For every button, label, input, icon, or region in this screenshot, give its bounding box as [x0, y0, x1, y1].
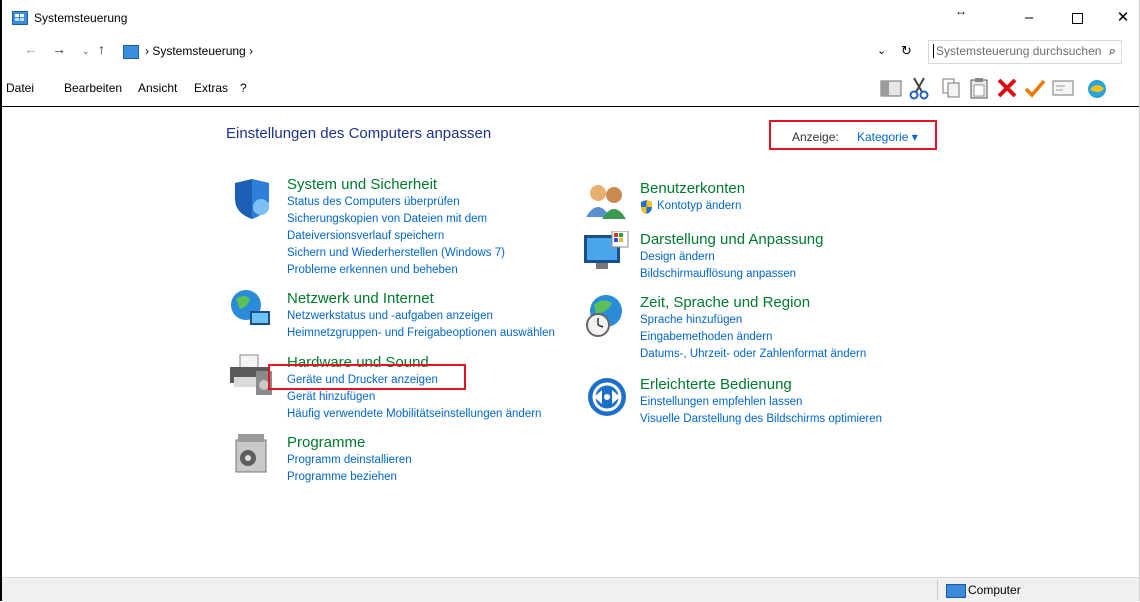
category-ease-of-access: Erleichterte Bedienung Einstellungen emp…: [640, 375, 882, 428]
category-link[interactable]: Visuelle Darstellung des Bildschirms opt…: [640, 411, 882, 428]
view-category-dropdown[interactable]: Kategorie ▾: [857, 130, 918, 144]
navigation-bar: ← → ⌄ ↑ › Systemsteuerung › ⌄ ↻ Systemst…: [2, 36, 1139, 68]
up-button[interactable]: ↑: [98, 41, 105, 57]
address-dropdown-button[interactable]: ⌄: [877, 44, 886, 57]
category-link[interactable]: Sprache hinzufügen: [640, 312, 866, 329]
back-button[interactable]: ←: [24, 41, 38, 57]
programs-icon[interactable]: [232, 432, 272, 476]
category-link[interactable]: Programme beziehen: [287, 469, 412, 486]
category-link[interactable]: Bildschirmauflösung anpassen: [640, 266, 823, 283]
category-network-internet: Netzwerk und Internet Netzwerkstatus und…: [287, 289, 555, 342]
menu-help[interactable]: ?: [240, 81, 247, 95]
status-computer-label: Computer: [968, 583, 1021, 597]
network-globe-icon[interactable]: [228, 287, 274, 333]
category-link[interactable]: Kontotyp ändern: [640, 198, 745, 215]
delete-icon[interactable]: [994, 75, 1020, 101]
category-heading[interactable]: Programme: [287, 433, 412, 452]
clock-globe-icon[interactable]: [584, 293, 630, 339]
category-link[interactable]: Design ändern: [640, 249, 823, 266]
search-placeholder: Systemsteuerung durchsuchen: [933, 44, 1101, 58]
search-input[interactable]: Systemsteuerung durchsuchen ⌕: [928, 40, 1122, 64]
category-link[interactable]: Sicherungskopien von Dateien mit dem: [287, 211, 505, 228]
status-separator: [937, 580, 938, 600]
category-user-accounts: Benutzerkonten Kontotyp ändern: [640, 179, 745, 215]
category-programs: Programme Programm deinstallieren Progra…: [287, 433, 412, 486]
menu-bearbeiten[interactable]: Bearbeiten: [64, 81, 122, 95]
uac-shield-icon: [641, 200, 652, 214]
menu-bar: Datei Bearbeiten Ansicht Extras ?: [2, 68, 1139, 107]
category-time-language-region: Zeit, Sprache und Region Sprache hinzufü…: [640, 293, 866, 363]
category-heading[interactable]: Netzwerk und Internet: [287, 289, 555, 308]
category-link[interactable]: Heimnetzgruppen- und Freigabeoptionen au…: [287, 325, 555, 342]
menu-ansicht[interactable]: Ansicht: [138, 81, 177, 95]
properties-icon[interactable]: [1050, 75, 1076, 101]
category-link[interactable]: Netzwerkstatus und -aufgaben anzeigen: [287, 308, 555, 325]
status-bar: Computer: [2, 577, 1139, 602]
pane-icon[interactable]: [878, 75, 904, 101]
minimize-button[interactable]: –: [1006, 4, 1052, 32]
category-link[interactable]: Dateiversionsverlauf speichern: [287, 228, 505, 245]
category-link[interactable]: Datums-, Uhrzeit- oder Zahlenformat ände…: [640, 346, 866, 363]
cut-icon[interactable]: [906, 75, 932, 101]
breadcrumb[interactable]: › Systemsteuerung ›: [145, 44, 253, 58]
globe-icon[interactable]: [1084, 75, 1110, 101]
control-panel-icon: [123, 45, 139, 59]
accessibility-icon[interactable]: [586, 376, 628, 418]
recent-locations-dropdown[interactable]: ⌄: [82, 46, 90, 57]
category-heading[interactable]: Benutzerkonten: [640, 179, 745, 198]
category-link[interactable]: Sichern und Wiederherstellen (Windows 7): [287, 245, 505, 262]
appearance-icon[interactable]: [582, 231, 630, 273]
highlight-box: [268, 364, 466, 390]
category-appearance: Darstellung und Anpassung Design ändern …: [640, 230, 823, 283]
paste-icon[interactable]: [966, 75, 992, 101]
control-panel-icon: [12, 11, 28, 25]
refresh-button[interactable]: ↻: [901, 43, 912, 59]
user-accounts-icon[interactable]: [584, 181, 628, 221]
title-bar: Systemsteuerung ↔ – ✕: [2, 0, 1139, 36]
category-system-security: System und Sicherheit Status des Compute…: [287, 175, 505, 279]
resize-icon: ↔: [955, 4, 967, 18]
category-link[interactable]: Eingabemethoden ändern: [640, 329, 866, 346]
category-link[interactable]: Gerät hinzufügen: [287, 389, 541, 406]
main-content: Einstellungen des Computers anpassen Anz…: [2, 107, 1139, 577]
computer-icon: [946, 584, 966, 598]
view-selector[interactable]: Anzeige: Kategorie ▾: [769, 120, 937, 150]
category-link[interactable]: Programm deinstallieren: [287, 452, 412, 469]
menu-extras[interactable]: Extras: [194, 81, 228, 95]
menu-datei[interactable]: Datei: [6, 81, 34, 95]
category-heading[interactable]: Darstellung und Anpassung: [640, 230, 823, 249]
page-title: Einstellungen des Computers anpassen: [226, 125, 492, 142]
maximize-icon: [1071, 12, 1083, 24]
copy-icon[interactable]: [938, 75, 964, 101]
view-label: Anzeige:: [792, 130, 839, 144]
category-heading[interactable]: Erleichterte Bedienung: [640, 375, 882, 394]
shield-icon[interactable]: [231, 177, 273, 221]
category-link[interactable]: Einstellungen empfehlen lassen: [640, 394, 882, 411]
category-link[interactable]: Häufig verwendete Mobilitätseinstellunge…: [287, 406, 541, 423]
search-icon[interactable]: ⌕: [1109, 43, 1116, 59]
maximize-button[interactable]: [1054, 4, 1100, 32]
check-icon[interactable]: [1022, 75, 1048, 101]
category-link[interactable]: Status des Computers überprüfen: [287, 194, 505, 211]
window-title: Systemsteuerung: [34, 11, 128, 25]
category-link[interactable]: Probleme erkennen und beheben: [287, 262, 505, 279]
forward-button[interactable]: →: [52, 41, 66, 57]
address-bar[interactable]: › Systemsteuerung › ⌄ ↻: [118, 40, 922, 64]
category-heading[interactable]: System und Sicherheit: [287, 175, 505, 194]
category-heading[interactable]: Zeit, Sprache und Region: [640, 293, 866, 312]
category-link-text: Kontotyp ändern: [657, 200, 742, 212]
close-button[interactable]: ✕: [1100, 4, 1140, 32]
